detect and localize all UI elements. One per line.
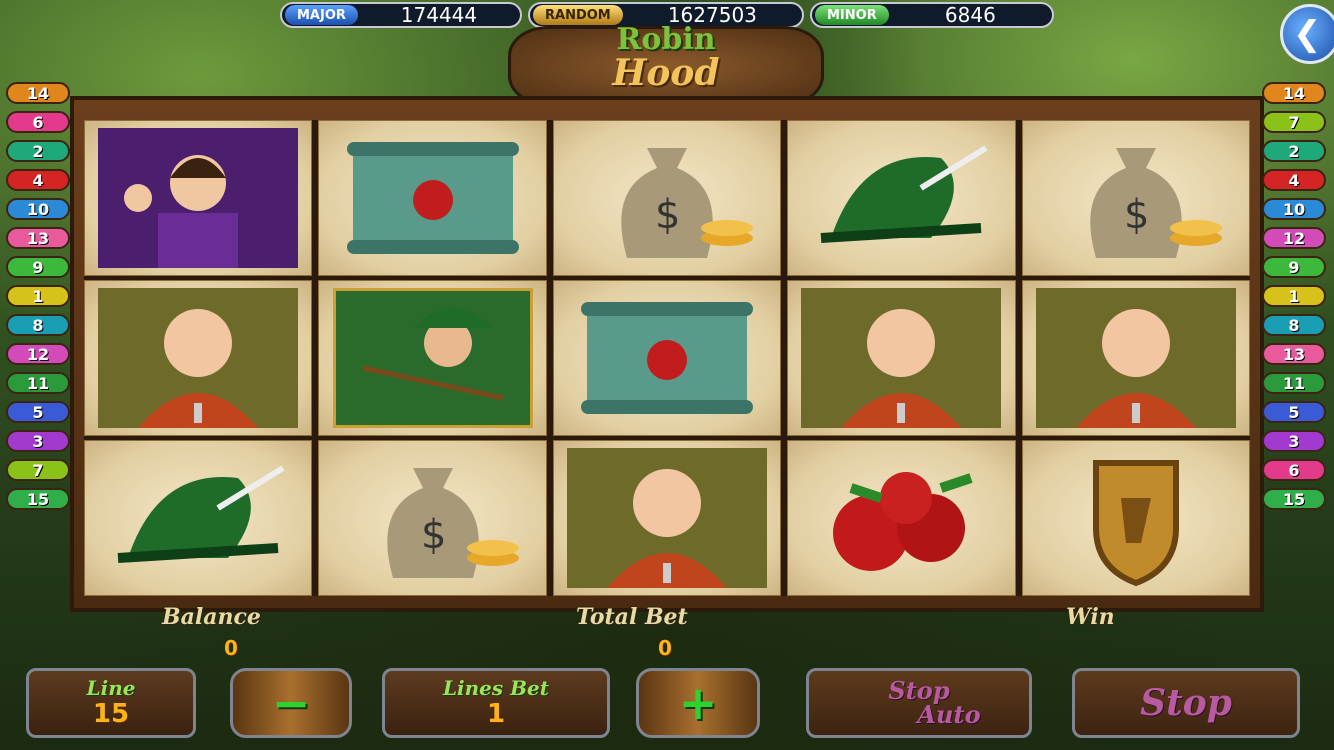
win-label: Win (1066, 604, 1115, 630)
moneybag-symbol: $ (318, 440, 547, 596)
payline-badges-right: 14 7 2 4 10 12 9 1 8 13 11 5 3 6 15 (1262, 82, 1326, 510)
payline-badge-left-11[interactable]: 11 (6, 372, 70, 394)
total-bet-value: 0 (658, 636, 672, 660)
payline-badge-left-12[interactable]: 12 (6, 343, 70, 365)
jackpot-major: MAJOR 174444 (280, 2, 522, 28)
payline-badge-left-15[interactable]: 15 (6, 488, 70, 510)
scroll-symbol (318, 120, 547, 276)
payline-badge-right-7[interactable]: 7 (1262, 111, 1326, 133)
payline-badge-left-9[interactable]: 9 (6, 256, 70, 278)
payline-badge-left-8[interactable]: 8 (6, 314, 70, 336)
payline-badge-right-10[interactable]: 10 (1262, 198, 1326, 220)
payline-badges-left: 14 6 2 4 10 13 9 1 8 12 11 5 3 7 15 (6, 82, 70, 510)
payline-badge-right-6[interactable]: 6 (1262, 459, 1326, 481)
stop-auto-button[interactable]: Stop Auto (806, 668, 1032, 738)
payline-badge-right-14[interactable]: 14 (1262, 82, 1326, 104)
line-display: Line 15 (26, 668, 196, 738)
lines-bet-label: Lines Bet (442, 676, 549, 700)
payline-badge-left-10[interactable]: 10 (6, 198, 70, 220)
robin-symbol (318, 280, 547, 436)
payline-badge-left-14[interactable]: 14 (6, 82, 70, 104)
payline-badge-left-13[interactable]: 13 (6, 227, 70, 249)
increase-bet-button[interactable]: + (636, 668, 760, 738)
lines-bet-display: Lines Bet 1 (382, 668, 610, 738)
payline-badge-right-4[interactable]: 4 (1262, 169, 1326, 191)
back-button[interactable]: ❮ (1280, 4, 1334, 64)
payline-badge-right-11[interactable]: 11 (1262, 372, 1326, 394)
jackpot-random-label: RANDOM (533, 5, 623, 25)
stop-button[interactable]: Stop (1072, 668, 1300, 738)
reel-2: $ (318, 120, 547, 596)
sheriff-symbol (84, 120, 313, 276)
payline-badge-left-7[interactable]: 7 (6, 459, 70, 481)
moneybag-symbol: $ (552, 120, 782, 276)
payline-badge-right-8[interactable]: 8 (1262, 314, 1326, 336)
line-label: Line (86, 676, 136, 700)
jackpot-major-label: MAJOR (285, 5, 358, 25)
payline-badge-right-12[interactable]: 12 (1262, 227, 1326, 249)
plus-icon: + (678, 676, 718, 730)
svg-text:$: $ (421, 512, 446, 558)
svg-text:$: $ (655, 192, 680, 238)
payline-badge-right-3[interactable]: 3 (1262, 430, 1326, 452)
friar-symbol (552, 440, 782, 596)
payline-badge-left-2[interactable]: 2 (6, 140, 70, 162)
hat-symbol (84, 440, 313, 596)
payline-badge-right-13[interactable]: 13 (1262, 343, 1326, 365)
payline-badge-right-2[interactable]: 2 (1262, 140, 1326, 162)
lines-bet-value: 1 (486, 699, 506, 729)
payline-badge-left-3[interactable]: 3 (6, 430, 70, 452)
scroll-symbol (552, 280, 782, 436)
payline-badge-left-6[interactable]: 6 (6, 111, 70, 133)
payline-badge-left-1[interactable]: 1 (6, 285, 70, 307)
game-logo: Robin Hood (508, 22, 824, 106)
balance-value: 0 (224, 636, 238, 660)
shield-symbol (1021, 440, 1251, 596)
apples-symbol (787, 440, 1016, 596)
payline-badge-right-15[interactable]: 15 (1262, 488, 1326, 510)
reel-4 (787, 120, 1016, 596)
decrease-bet-button[interactable]: − (230, 668, 352, 738)
logo-line-1: Robin (616, 22, 716, 57)
jackpot-minor: MINOR 6846 (810, 2, 1054, 28)
friar-symbol (84, 280, 313, 436)
balance-label: Balance (162, 604, 261, 630)
payline-badge-right-1[interactable]: 1 (1262, 285, 1326, 307)
reel-3: $ (552, 120, 782, 596)
moneybag-symbol: $ (1021, 120, 1251, 276)
hat-symbol (787, 120, 1016, 276)
payline-badge-left-5[interactable]: 5 (6, 401, 70, 423)
chevron-left-icon: ❮ (1293, 14, 1322, 54)
reel-5: $ (1021, 120, 1251, 596)
jackpot-major-value: 174444 (400, 3, 478, 27)
svg-text:$: $ (1124, 192, 1149, 238)
payline-badge-right-9[interactable]: 9 (1262, 256, 1326, 278)
stop-auto-line-2: Auto (917, 700, 981, 729)
stop-button-label: Stop (1140, 682, 1232, 724)
friar-symbol (1021, 280, 1251, 436)
jackpot-minor-value: 6846 (944, 3, 996, 27)
total-bet-label: Total Bet (576, 604, 688, 630)
reel-1 (84, 120, 313, 596)
jackpot-minor-label: MINOR (815, 5, 889, 25)
payline-badge-right-5[interactable]: 5 (1262, 401, 1326, 423)
payline-badge-left-4[interactable]: 4 (6, 169, 70, 191)
friar-symbol (787, 280, 1016, 436)
line-value: 15 (92, 699, 130, 729)
minus-icon: − (271, 676, 311, 730)
reel-area: $ $ $ (84, 120, 1251, 596)
logo-line-2: Hood (612, 52, 720, 94)
